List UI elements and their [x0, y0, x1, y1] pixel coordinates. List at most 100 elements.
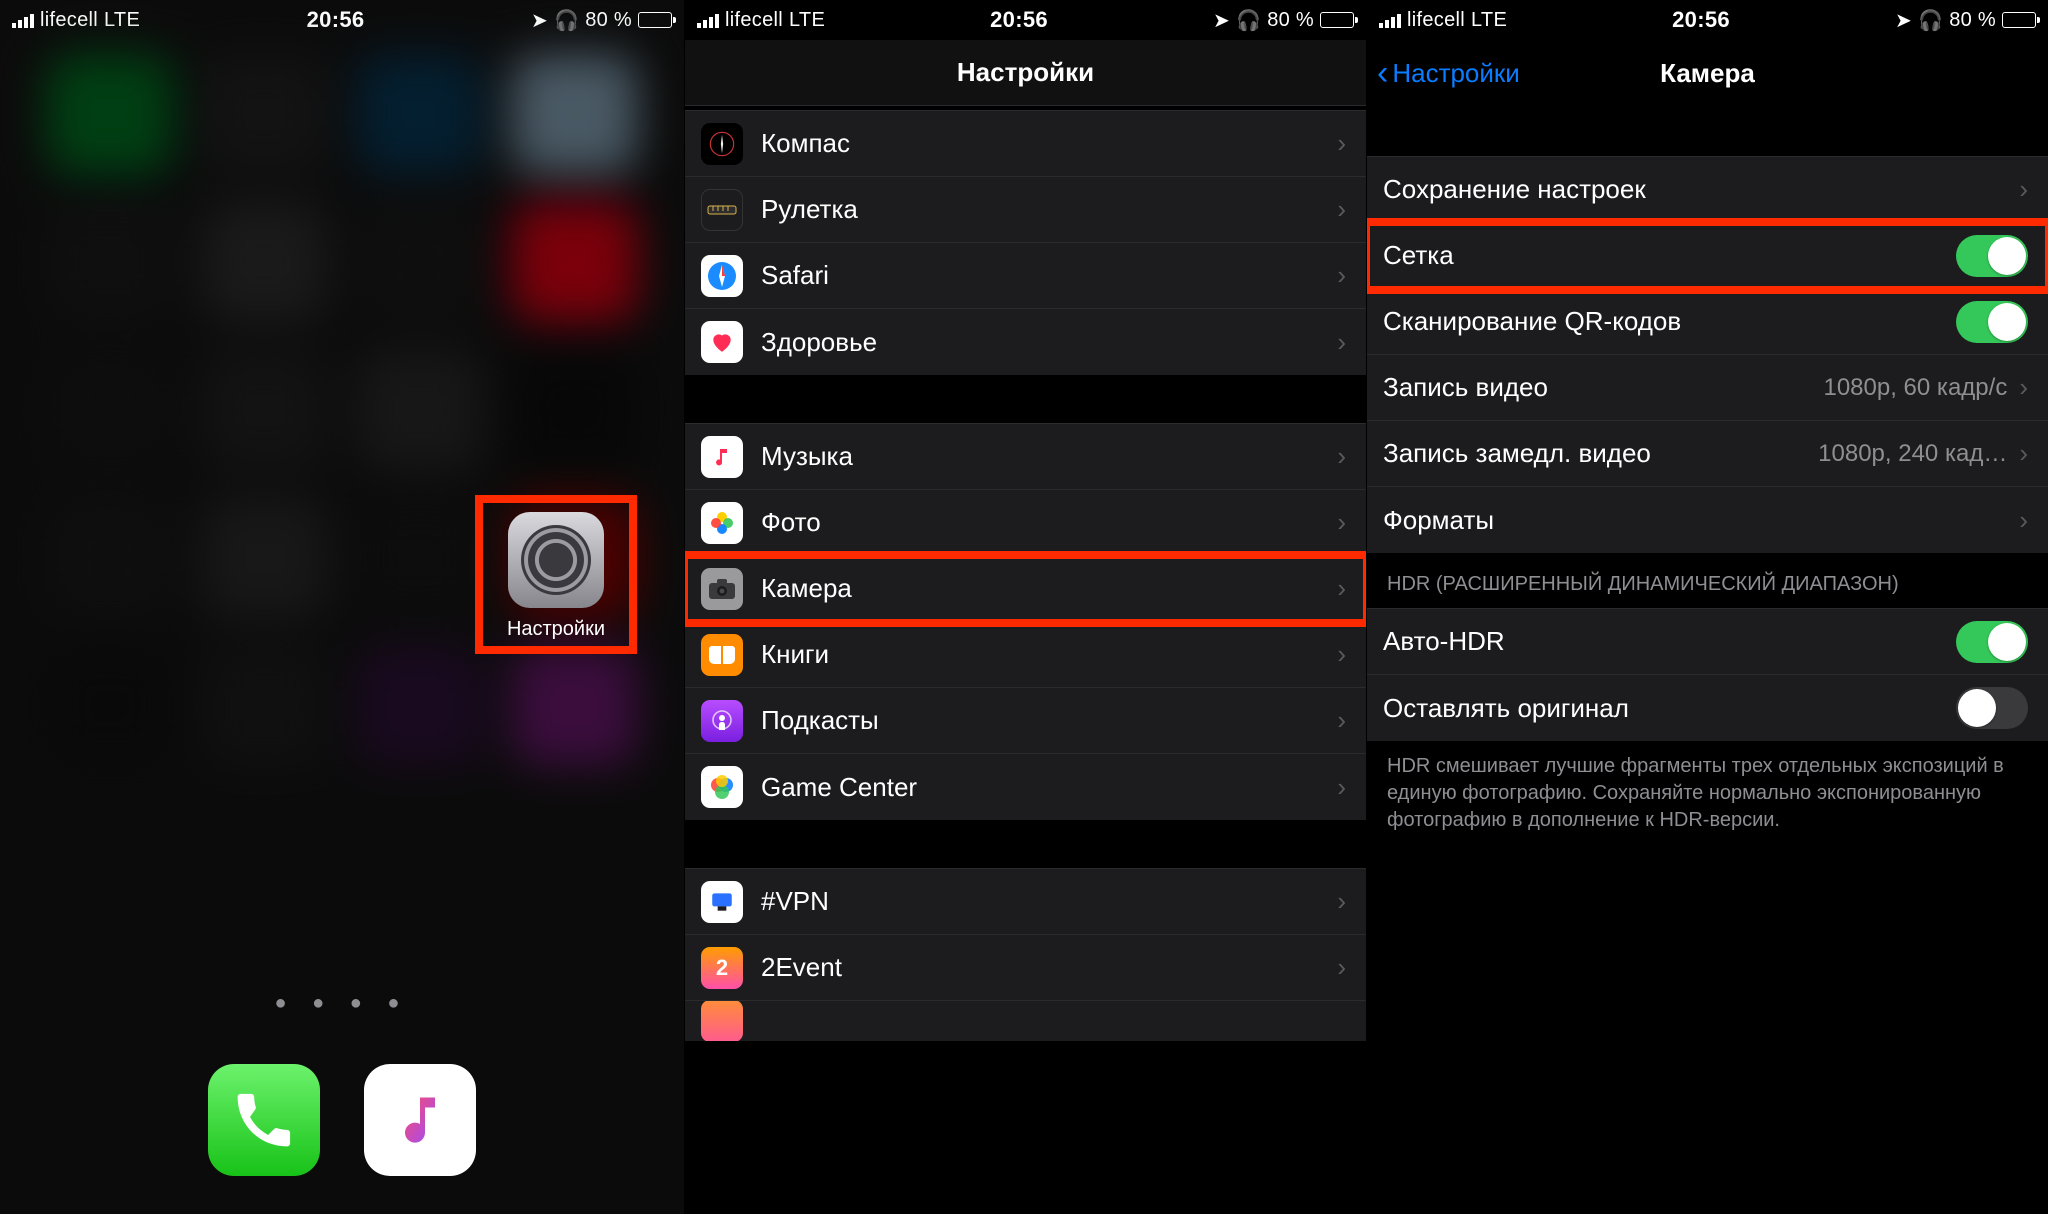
nav-title: Настройки [957, 57, 1094, 88]
phone-app-icon[interactable] [208, 1064, 320, 1176]
status-bar: lifecell LTE 20:56 ➤ 🎧 80 % [685, 0, 1366, 40]
chevron-right-icon: › [2019, 372, 2028, 403]
row-label: #VPN [761, 886, 1331, 917]
chevron-right-icon: › [1337, 194, 1346, 225]
row-label: Запись видео [1383, 372, 1823, 403]
hdr-section-footer: HDR смешивает лучшие фрагменты трех отде… [1367, 741, 2048, 852]
phone-icon [233, 1089, 295, 1151]
podcasts-icon [701, 700, 743, 742]
gamecenter-icon [701, 766, 743, 808]
chevron-right-icon: › [2019, 438, 2028, 469]
chevron-right-icon: › [1337, 507, 1346, 538]
settings-row-camera[interactable]: Камера › [685, 556, 1366, 622]
status-bar: lifecell LTE 20:56 ➤ 🎧 80 % [1367, 0, 2048, 40]
headphones-icon: 🎧 [1236, 8, 1261, 33]
camera-row-grid[interactable]: Сетка [1367, 223, 2048, 289]
chevron-right-icon: › [1337, 327, 1346, 358]
carrier-label: lifecell [725, 9, 783, 32]
nav-back-button[interactable]: ‹ Настройки [1377, 40, 1520, 106]
auto-hdr-toggle[interactable] [1956, 621, 2028, 663]
row-label: Запись замедл. видео [1383, 438, 1818, 469]
chevron-right-icon: › [2019, 505, 2028, 536]
location-icon: ➤ [1213, 8, 1230, 33]
settings-row-health[interactable]: Здоровье › [685, 309, 1366, 375]
settings-row-photos[interactable]: Фото › [685, 490, 1366, 556]
grid-toggle[interactable] [1956, 235, 2028, 277]
chevron-right-icon: › [1337, 260, 1346, 291]
row-label: Фото [761, 507, 1331, 538]
settings-row-compass[interactable]: Компас › [685, 111, 1366, 177]
row-value: 1080p, 240 кад… [1818, 440, 2007, 468]
row-label: Музыка [761, 441, 1331, 472]
dock [0, 1026, 684, 1214]
row-label: Оставлять оригинал [1383, 693, 1956, 724]
row-label: 2Event [761, 952, 1331, 983]
panel-camera-settings: lifecell LTE 20:56 ➤ 🎧 80 % ‹ Настройки … [1366, 0, 2048, 1214]
settings-row-2event[interactable]: 2 2Event › [685, 935, 1366, 1001]
camera-row-keep-original[interactable]: Оставлять оригинал [1367, 675, 2048, 741]
photos-icon [701, 502, 743, 544]
network-label: LTE [104, 9, 140, 32]
camera-row-slowmo[interactable]: Запись замедл. видео 1080p, 240 кад… › [1367, 421, 2048, 487]
chevron-right-icon: › [1337, 441, 1346, 472]
page-indicator[interactable]: ● ● ● ● [0, 992, 684, 1015]
music-app-icon[interactable] [364, 1064, 476, 1176]
qr-toggle[interactable] [1956, 301, 2028, 343]
books-icon [701, 634, 743, 676]
headphones-icon: 🎧 [554, 8, 579, 33]
clock-label: 20:56 [307, 7, 365, 33]
camera-row-qr[interactable]: Сканирование QR-кодов [1367, 289, 2048, 355]
ruler-icon [701, 189, 743, 231]
clock-label: 20:56 [990, 7, 1048, 33]
row-label: Сканирование QR-кодов [1383, 306, 1956, 337]
gear-icon [521, 525, 591, 595]
compass-icon [701, 123, 743, 165]
app-icon [701, 1001, 743, 1041]
camera-row-preserve-settings[interactable]: Сохранение настроек › [1367, 157, 2048, 223]
signal-bars-icon [12, 12, 34, 28]
settings-row-books[interactable]: Книги › [685, 622, 1366, 688]
camera-row-auto-hdr[interactable]: Авто-HDR [1367, 609, 2048, 675]
nav-bar: ‹ Настройки Камера [1367, 40, 2048, 106]
keep-original-toggle[interactable] [1956, 687, 2028, 729]
chevron-right-icon: › [1337, 772, 1346, 803]
headphones-icon: 🎧 [1918, 8, 1943, 33]
chevron-right-icon: › [1337, 886, 1346, 917]
settings-row-music[interactable]: Музыка › [685, 424, 1366, 490]
row-label: Камера [761, 573, 1331, 604]
camera-row-formats[interactable]: Форматы › [1367, 487, 2048, 553]
camera-icon [701, 568, 743, 610]
battery-pct-label: 80 % [585, 9, 632, 32]
settings-row-measure[interactable]: Рулетка › [685, 177, 1366, 243]
row-label: Здоровье [761, 327, 1331, 358]
settings-row-podcasts[interactable]: Подкасты › [685, 688, 1366, 754]
music-icon [701, 436, 743, 478]
row-label: Подкасты [761, 705, 1331, 736]
row-label: Компас [761, 128, 1331, 159]
battery-pct-label: 80 % [1949, 9, 1996, 32]
settings-app-label: Настройки [490, 618, 622, 641]
settings-row-partial[interactable] [685, 1001, 1366, 1041]
chevron-right-icon: › [1337, 639, 1346, 670]
row-value: 1080p, 60 кадр/с [1823, 374, 2007, 402]
health-icon [701, 321, 743, 363]
row-label: Рулетка [761, 194, 1331, 225]
settings-row-gamecenter[interactable]: Game Center › [685, 754, 1366, 820]
battery-icon [638, 12, 672, 28]
row-label: Форматы [1383, 505, 2013, 536]
2event-icon: 2 [701, 947, 743, 989]
settings-app-icon[interactable]: Настройки [480, 500, 632, 649]
settings-row-vpn[interactable]: #VPN › [685, 869, 1366, 935]
status-bar: lifecell LTE 20:56 ➤ 🎧 80 % [0, 0, 684, 40]
nav-bar: Настройки [685, 40, 1366, 106]
hdr-section-header: HDR (РАСШИРЕННЫЙ ДИНАМИЧЕСКИЙ ДИАПАЗОН) [1367, 553, 2048, 608]
signal-bars-icon [697, 12, 719, 28]
signal-bars-icon [1379, 12, 1401, 28]
carrier-label: lifecell [1407, 9, 1465, 32]
chevron-right-icon: › [1337, 705, 1346, 736]
settings-row-safari[interactable]: Safari › [685, 243, 1366, 309]
row-label: Game Center [761, 772, 1331, 803]
camera-row-record-video[interactable]: Запись видео 1080p, 60 кадр/с › [1367, 355, 2048, 421]
chevron-right-icon: › [2019, 174, 2028, 205]
battery-icon [2002, 12, 2036, 28]
